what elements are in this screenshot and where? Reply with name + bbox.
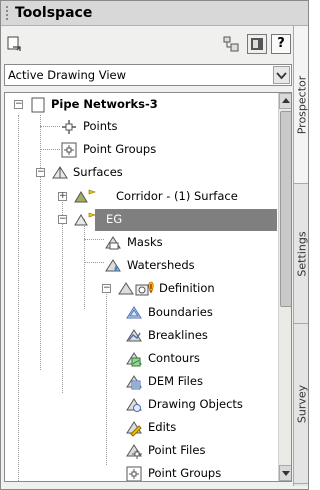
list-view-icon[interactable] [247,34,267,54]
tree-label: Point Groups [83,142,157,156]
definition-icon [117,280,154,298]
tree-item-masks[interactable]: Masks [5,232,277,254]
tree-label: Watersheds [127,258,195,272]
titlebar[interactable]: Toolspace [1,1,308,26]
tab-label: Prospector [295,75,309,134]
tree-item-edits[interactable]: Edits [5,417,277,439]
tree-item-point-groups[interactable]: Point Groups [5,139,277,161]
side-tabs: Prospector Settings Survey [293,26,309,486]
watersheds-icon [104,257,122,275]
tree-item-drawing-objects[interactable]: Drawing Objects [5,394,277,416]
tree-item-definition-point-groups[interactable]: Point Groups [5,463,277,481]
expand-icon[interactable]: + [58,192,67,201]
toolbar: ? [1,26,293,62]
tree-label: Point Files [148,443,206,457]
tree-item-root[interactable]: − Pipe Networks-3 [5,94,277,116]
tree-item-surfaces[interactable]: − Surfaces [5,162,277,184]
tab-label: Settings [295,230,309,277]
tree-item-eg[interactable]: − [5,209,96,231]
refresh-icon[interactable] [5,34,25,54]
scroll-down-icon[interactable] [279,465,291,481]
tree-label: Contours [148,351,200,365]
tree-item-dem-files[interactable]: DEM Files [5,371,277,393]
tab-survey[interactable]: Survey [294,324,309,484]
collapse-icon[interactable]: − [58,215,67,224]
drawing-objects-icon [125,396,143,414]
masks-icon [104,234,122,252]
tree-label: Point Groups [148,466,222,480]
tree-label: EG [106,212,123,226]
tree-label: DEM Files [148,374,203,388]
tree-label: Masks [127,235,163,249]
drag-grip-icon[interactable] [6,6,12,20]
tree-label: Points [83,119,118,133]
tree-item-point-files[interactable]: Point Files [5,440,277,462]
breaklines-icon [125,327,143,345]
collapse-icon[interactable]: − [14,100,23,109]
tree-item-corridor-surface[interactable]: + Corridor - (1) Surface [5,186,277,208]
view-select[interactable]: Active Drawing View [4,64,292,86]
tree-item-eg-highlight[interactable]: EG [95,209,277,231]
item-view-icon[interactable] [221,34,241,54]
prospector-tree: − Pipe Networks-3 Points Point Groups − … [4,92,292,482]
toolspace-panel: Toolspace ? Active Drawing View − Pipe N… [0,0,309,490]
tree-label: Boundaries [148,305,213,319]
points-icon [60,118,78,136]
tree-label: Definition [159,281,215,295]
tree-item-contours[interactable]: Contours [5,348,277,370]
tree-item-breaklines[interactable]: Breaklines [5,325,277,347]
chevron-down-icon[interactable] [273,66,290,84]
surface-icon [73,211,96,229]
contours-icon [125,350,143,368]
edits-icon [125,419,143,437]
collapse-icon[interactable]: − [36,168,45,177]
point-files-icon [125,442,143,460]
dem-files-icon [125,373,143,391]
scroll-up-icon[interactable] [279,93,291,109]
tree-item-definition[interactable]: − Definition [5,278,277,300]
view-select-value: Active Drawing View [8,68,126,82]
point-groups-icon [125,465,143,481]
point-groups-icon [60,141,78,159]
surfaces-icon [51,164,69,182]
drawing-icon [29,96,47,114]
boundaries-icon [125,304,143,322]
tree-label: Edits [148,420,177,434]
tree-label: Pipe Networks-3 [51,97,158,111]
tree-item-points[interactable]: Points [5,116,277,138]
tree-label: Corridor - (1) Surface [116,189,238,203]
corridor-surface-icon [73,188,96,206]
tab-prospector[interactable]: Prospector [294,26,309,184]
tree-item-boundaries[interactable]: Boundaries [5,302,277,324]
tab-settings[interactable]: Settings [294,184,309,324]
vertical-scrollbar[interactable] [278,93,291,481]
tree-label: Drawing Objects [148,397,243,411]
tree-label: Breaklines [148,328,208,342]
help-button[interactable]: ? [271,34,291,54]
panel-title: Toolspace [15,5,93,21]
collapse-icon[interactable]: − [102,284,111,293]
tab-label: Survey [295,384,309,423]
scrollbar-thumb[interactable] [280,111,291,307]
tree-item-watersheds[interactable]: Watersheds [5,255,277,277]
tree-label: Surfaces [73,165,123,179]
